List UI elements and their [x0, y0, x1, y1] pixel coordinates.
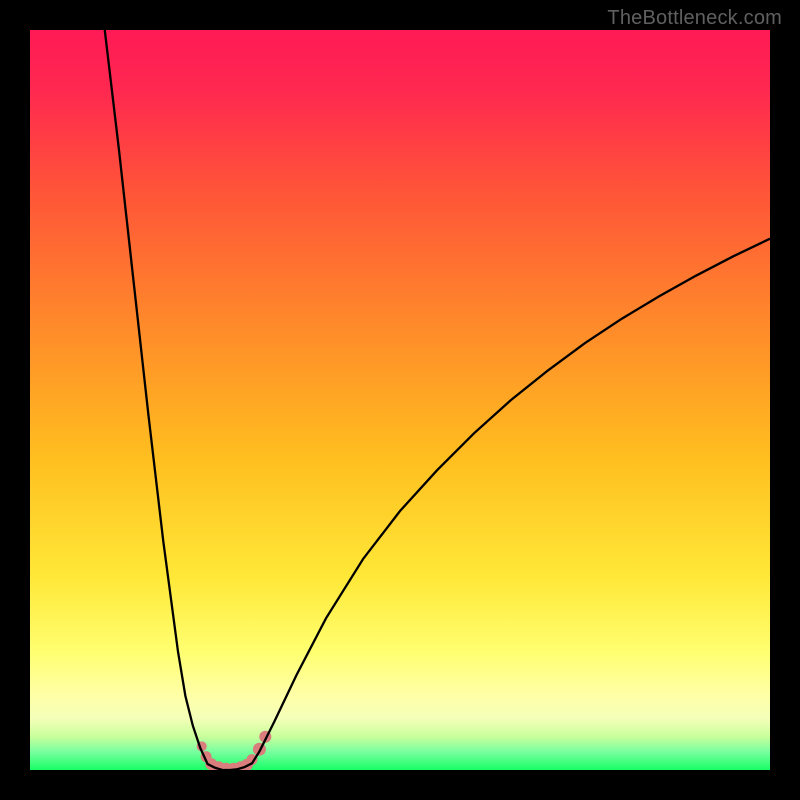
- chart-frame: TheBottleneck.com: [0, 0, 800, 800]
- bottleneck-curve: [105, 30, 770, 770]
- plot-area: [30, 30, 770, 770]
- curve-layer: [30, 30, 770, 770]
- watermark-text: TheBottleneck.com: [607, 7, 782, 30]
